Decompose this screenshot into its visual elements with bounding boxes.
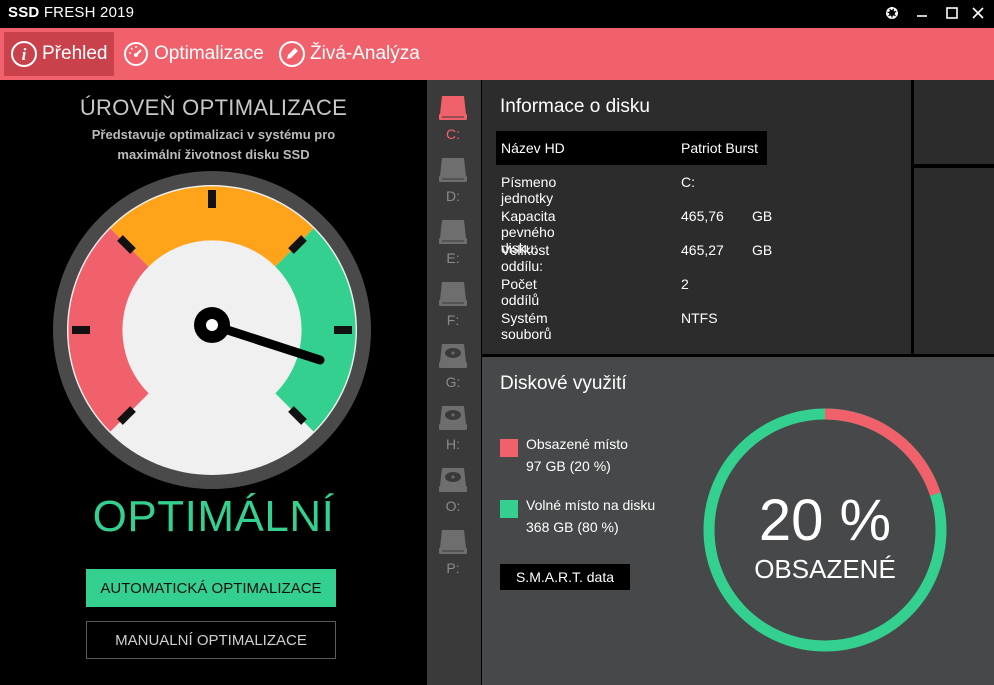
drive-item-h[interactable]: H: xyxy=(427,396,481,456)
legend-free-value: 368 GB (80 %) xyxy=(526,519,619,535)
pen-icon xyxy=(279,41,305,67)
tab-live-analysis-label: Živá-Analýza xyxy=(310,43,420,64)
app-title: SSD FRESH 2019 xyxy=(8,4,135,21)
info-key: Název HD xyxy=(501,140,565,156)
optimization-status: OPTIMÁLNÍ xyxy=(92,492,335,541)
usage-percent-label: OBSAZENÉ xyxy=(754,554,896,584)
optimization-subtitle: Představuje optimalizaci v systému pro m… xyxy=(0,125,427,165)
drive-item-o[interactable]: O: xyxy=(427,458,481,518)
info-value: 2 xyxy=(681,276,689,292)
legend-used-value: 97 GB (20 %) xyxy=(526,458,611,474)
info-value: 465,76 xyxy=(681,208,724,224)
gauge-hub-center xyxy=(206,319,218,331)
usage-percent: 20 % xyxy=(758,488,892,553)
info-icon: i xyxy=(11,41,37,67)
drive-item-d[interactable]: D: xyxy=(427,148,481,208)
drive-label: P: xyxy=(446,560,460,576)
info-value: 465,27 xyxy=(681,242,724,258)
disk-usage-panel: Diskové využití Obsazené místo 97 GB (20… xyxy=(482,357,994,685)
ssd-icon xyxy=(439,220,467,244)
hdd-icon xyxy=(439,344,467,368)
subtitle-line-2: maximální životnost disku SSD xyxy=(117,147,310,162)
drive-list: C: D: E: F: G: H: O: P: xyxy=(427,80,481,685)
drive-item-g[interactable]: G: xyxy=(427,334,481,394)
optimization-gauge xyxy=(53,171,371,489)
info-key: Velikost oddílu: xyxy=(501,242,550,274)
tab-optimization-label: Optimalizace xyxy=(154,43,264,64)
legend-free-label: Volné místo na disku xyxy=(526,497,656,513)
disk-info-panel: Informace o disku Název HD Patriot Burst… xyxy=(482,80,911,354)
tab-overview-label: Přehled xyxy=(42,43,108,64)
info-value: C: xyxy=(681,174,695,190)
tab-overview[interactable]: i Přehled xyxy=(4,32,114,76)
auto-optimization-button[interactable]: AUTOMATICKÁ OPTIMALIZACE xyxy=(86,569,336,607)
side-panel-bottom xyxy=(914,168,994,354)
ssd-icon xyxy=(439,282,467,306)
drive-item-f[interactable]: F: xyxy=(427,272,481,332)
drive-label: O: xyxy=(445,498,461,514)
legend-used-label: Obsazené místo xyxy=(526,436,628,452)
svg-text:i: i xyxy=(22,45,27,64)
drive-label: G: xyxy=(445,374,461,390)
minimize-icon[interactable] xyxy=(910,2,934,24)
speedometer-icon xyxy=(124,42,148,66)
drive-label: H: xyxy=(446,436,460,452)
tab-optimization[interactable]: Optimalizace xyxy=(116,32,270,76)
ssd-icon xyxy=(439,530,467,554)
maximize-icon[interactable] xyxy=(940,2,964,24)
drive-item-p[interactable]: P: xyxy=(427,520,481,580)
hdd-icon xyxy=(439,406,467,430)
gear-icon[interactable] xyxy=(880,2,904,24)
ssd-icon xyxy=(439,158,467,182)
info-row-name: Název HD Patriot Burst xyxy=(496,131,767,165)
drive-label: F: xyxy=(446,312,460,328)
close-icon[interactable] xyxy=(966,2,990,24)
hdd-icon xyxy=(439,468,467,492)
info-key: Systém souborů xyxy=(501,310,552,342)
side-panel-top xyxy=(914,80,994,164)
smart-data-button[interactable]: S.M.A.R.T. data xyxy=(500,564,630,590)
disk-usage-title: Diskové využití xyxy=(500,373,627,394)
info-value: NTFS xyxy=(681,310,718,326)
drive-item-e[interactable]: E: xyxy=(427,210,481,270)
legend-free-swatch xyxy=(500,500,518,518)
drive-label: D: xyxy=(446,188,460,204)
disk-info-title: Informace o disku xyxy=(500,96,650,117)
info-key: Písmeno jednotky xyxy=(501,174,557,206)
info-value: Patriot Burst xyxy=(681,140,759,156)
title-bar: SSD FRESH 2019 xyxy=(0,0,994,28)
optimization-title: ÚROVEŇ OPTIMALIZACE xyxy=(79,95,348,120)
drive-item-c[interactable]: C: xyxy=(427,86,481,146)
info-unit: GB xyxy=(752,242,773,258)
info-unit: GB xyxy=(752,208,773,224)
optimization-panel: ÚROVEŇ OPTIMALIZACE Představuje optimali… xyxy=(0,80,427,685)
ssd-icon xyxy=(439,96,467,120)
drive-label: C: xyxy=(446,126,460,142)
drive-label: E: xyxy=(446,250,460,266)
manual-optimization-button[interactable]: MANUALNÍ OPTIMALIZACE xyxy=(86,621,336,659)
tab-live-analysis[interactable]: Živá-Analýza xyxy=(272,32,426,76)
info-key: Počet oddílů xyxy=(501,276,540,308)
tab-bar: i Přehled Optimalizace Živá-Analýza xyxy=(0,28,994,80)
subtitle-line-1: Představuje optimalizaci v systému pro xyxy=(91,127,336,142)
legend-used-swatch xyxy=(500,439,518,457)
